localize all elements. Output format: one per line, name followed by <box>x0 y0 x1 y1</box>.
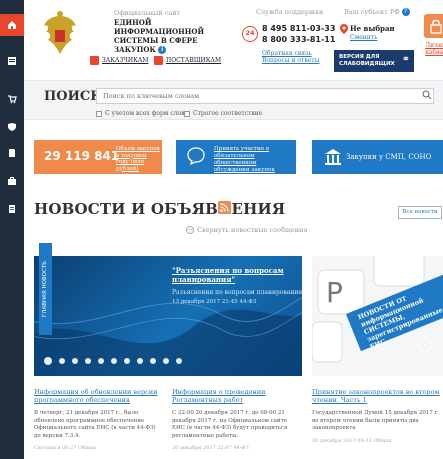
news-item-meta: 20 декабря 2017 22:07 44-ФЗ <box>172 445 249 451</box>
strict-match-checkbox[interactable]: Строгое соответствие <box>184 110 262 117</box>
support-label: Служба поддержки <box>256 8 324 16</box>
news-item-desc: Государственной Думой 15 декабря 2017 г.… <box>312 410 440 431</box>
news-title: НОВОСТИ И ОБЪЯВЛЕНИЯ <box>34 200 286 218</box>
sidebar-item-briefcase[interactable] <box>0 170 24 192</box>
collapse-news-label: Свернуть новостные сообщения <box>197 226 308 234</box>
news-item-meta: 20 декабря 2017 09:33 Общая <box>312 437 392 444</box>
location-pin-icon <box>340 24 348 34</box>
slide-title[interactable]: "Разъяснения по вопросам планирования" <box>172 266 292 284</box>
shield-icon <box>8 123 16 131</box>
suppliers-icon <box>154 56 163 65</box>
collapse-icon: − <box>186 226 194 234</box>
suppliers-link[interactable]: ПОСТАВЩИКАМ <box>154 56 221 65</box>
all-news-button[interactable]: Все новости <box>398 206 442 219</box>
all-forms-label: С учетом всех форм слов <box>105 110 185 117</box>
slider-dot[interactable] <box>150 358 156 364</box>
news-item-title[interactable]: Информация об обновлении версии программ… <box>34 388 162 404</box>
news-item-desc: С 22-00 20 декабря 2017 г. до 08-00 21 д… <box>172 410 288 439</box>
official-site-label: Официальный сайт <box>114 9 181 17</box>
slider-dot[interactable] <box>163 358 169 364</box>
customers-link-label: ЗАКАЗЧИКАМ <box>102 57 149 64</box>
slider-dot[interactable] <box>72 358 78 364</box>
news-item: Принятие законопроектов во втором чтении… <box>312 388 440 444</box>
news-item-title[interactable]: Информация о проведении Регламентных раб… <box>172 388 300 404</box>
search-input[interactable] <box>96 88 434 104</box>
news-item-meta: Сегодня в 08:27 Общая <box>34 445 96 451</box>
accessibility-version-label: ВЕРСИЯ ДЛЯ СЛАБОВИДЯЩИХ <box>339 54 395 67</box>
strict-match-label: Строгое соответствие <box>193 110 263 117</box>
site-title[interactable]: ЕДИНОЙ ИНФОРМАЦИОННОЙ СИСТЕМЫ В СФЕРЕ ЗА… <box>114 18 224 54</box>
suppliers-link-label: ПОСТАВЩИКАМ <box>166 57 222 64</box>
support-24-icon: 24 <box>242 26 258 42</box>
region-change-link[interactable]: Сменить <box>350 34 377 41</box>
news-item-title[interactable]: Принятие законопроектов во втором чтении… <box>312 388 440 404</box>
search-label: ПОИСК <box>44 89 103 104</box>
slider-dot[interactable] <box>124 358 130 364</box>
sidebar-item-document[interactable] <box>0 142 24 164</box>
sidebar-item-cart[interactable] <box>0 88 24 110</box>
sidebar-item-list[interactable] <box>0 50 24 72</box>
registry-icon <box>9 205 15 213</box>
building-icon <box>325 149 341 165</box>
cart-icon <box>8 95 17 104</box>
news-card-image[interactable]: P НОВОСТИ ОТ информационной СИСТЕМЫ, зар… <box>312 256 443 376</box>
smp-purchases-label: Закупки у СМП, СОНО <box>346 153 432 161</box>
header: Официальный сайт ЕДИНОЙ ИНФОРМАЦИОННОЙ С… <box>24 0 443 76</box>
sidebar-item-shield[interactable] <box>0 116 24 138</box>
search-area: ПОИСК С учетом всех форм слов Строгое со… <box>24 80 443 120</box>
rss-icon[interactable] <box>218 201 231 214</box>
smp-purchases-tile[interactable]: Закупки у СМП, СОНО <box>312 140 443 174</box>
slide-meta: 13 декабря 2017 21:45 44-ФЗ <box>172 299 257 305</box>
public-discussion-tile[interactable]: Принять участие в обязательном обществен… <box>176 140 296 174</box>
region-help-icon[interactable]: ? <box>401 8 410 16</box>
phone-secondary[interactable]: 8 800 333-81-11 <box>262 35 335 44</box>
slider-dot[interactable] <box>98 358 104 364</box>
search-icon[interactable] <box>422 90 432 100</box>
accessibility-version-button[interactable]: ВЕРСИЯ ДЛЯ СЛАБОВИДЯЩИХ ⚭ <box>334 50 414 72</box>
news-item: Информация о проведении Регламентных раб… <box>172 388 300 451</box>
purchase-volume-tile[interactable]: 29 119 841 Объем закупок в текущем году … <box>34 140 162 174</box>
news-item-desc: В четверг, 21 декабря 2017 г., было обно… <box>34 410 156 439</box>
phone-primary[interactable]: 8 495 811-03-33 <box>262 24 335 33</box>
slider-dot[interactable] <box>176 358 182 364</box>
purchase-volume-count: 29 119 841 <box>44 149 120 163</box>
info-icon[interactable]: i <box>158 46 167 54</box>
all-forms-checkbox[interactable]: С учетом всех форм слов <box>96 110 185 117</box>
customers-icon <box>90 56 99 65</box>
public-discussion-label: Принять участие в обязательном обществен… <box>214 146 275 173</box>
glasses-icon: ⚭ <box>401 54 410 65</box>
sidebar-item-registry[interactable] <box>0 198 24 220</box>
svg-text:P: P <box>326 276 343 309</box>
feedback-link[interactable]: Обратная связь Вопросы и ответы <box>262 50 332 64</box>
slider-dot[interactable] <box>111 358 117 364</box>
news-item: Информация об обновлении версии программ… <box>34 388 162 451</box>
arrow-right-icon[interactable]: › <box>418 338 432 352</box>
briefcase-icon <box>8 177 16 185</box>
slider-pagination <box>44 357 182 365</box>
collapse-news-link[interactable]: − Свернуть новостные сообщения <box>186 226 308 234</box>
news-slider[interactable]: "Разъяснения по вопросам планирования" Р… <box>34 256 302 376</box>
purchase-volume-desc: Объем закупок в текущем году (млн рублей… <box>116 146 160 172</box>
slider-dot[interactable] <box>44 357 52 365</box>
region-value: Не выбран <box>350 24 395 33</box>
list-icon <box>8 57 16 65</box>
region-label: Ваш субъект РФ ? <box>344 8 410 16</box>
sidebar-item-home[interactable] <box>0 14 24 36</box>
home-icon <box>8 21 16 29</box>
strict-match-checkbox-box[interactable] <box>184 110 190 117</box>
lock-icon[interactable] <box>424 14 443 38</box>
slider-dot[interactable] <box>59 358 65 364</box>
customers-link[interactable]: ЗАКАЗЧИКАМ <box>90 56 148 65</box>
slider-dot[interactable] <box>137 358 143 364</box>
coat-of-arms-icon <box>44 11 76 54</box>
personal-cabinet-link[interactable]: Личный кабинет <box>418 42 443 56</box>
region-label-text: Ваш субъект РФ <box>344 8 400 16</box>
slider-dot[interactable] <box>85 358 91 364</box>
document-icon <box>9 149 15 157</box>
main-news-tag: ГЛАВНАЯ НОВОСТЬ <box>39 243 52 335</box>
sidebar <box>0 0 24 459</box>
chat-bubble-icon <box>187 147 205 166</box>
slide-subtitle: Разъяснения по вопросам планирования <box>172 289 302 296</box>
all-forms-checkbox-box[interactable] <box>96 110 102 117</box>
